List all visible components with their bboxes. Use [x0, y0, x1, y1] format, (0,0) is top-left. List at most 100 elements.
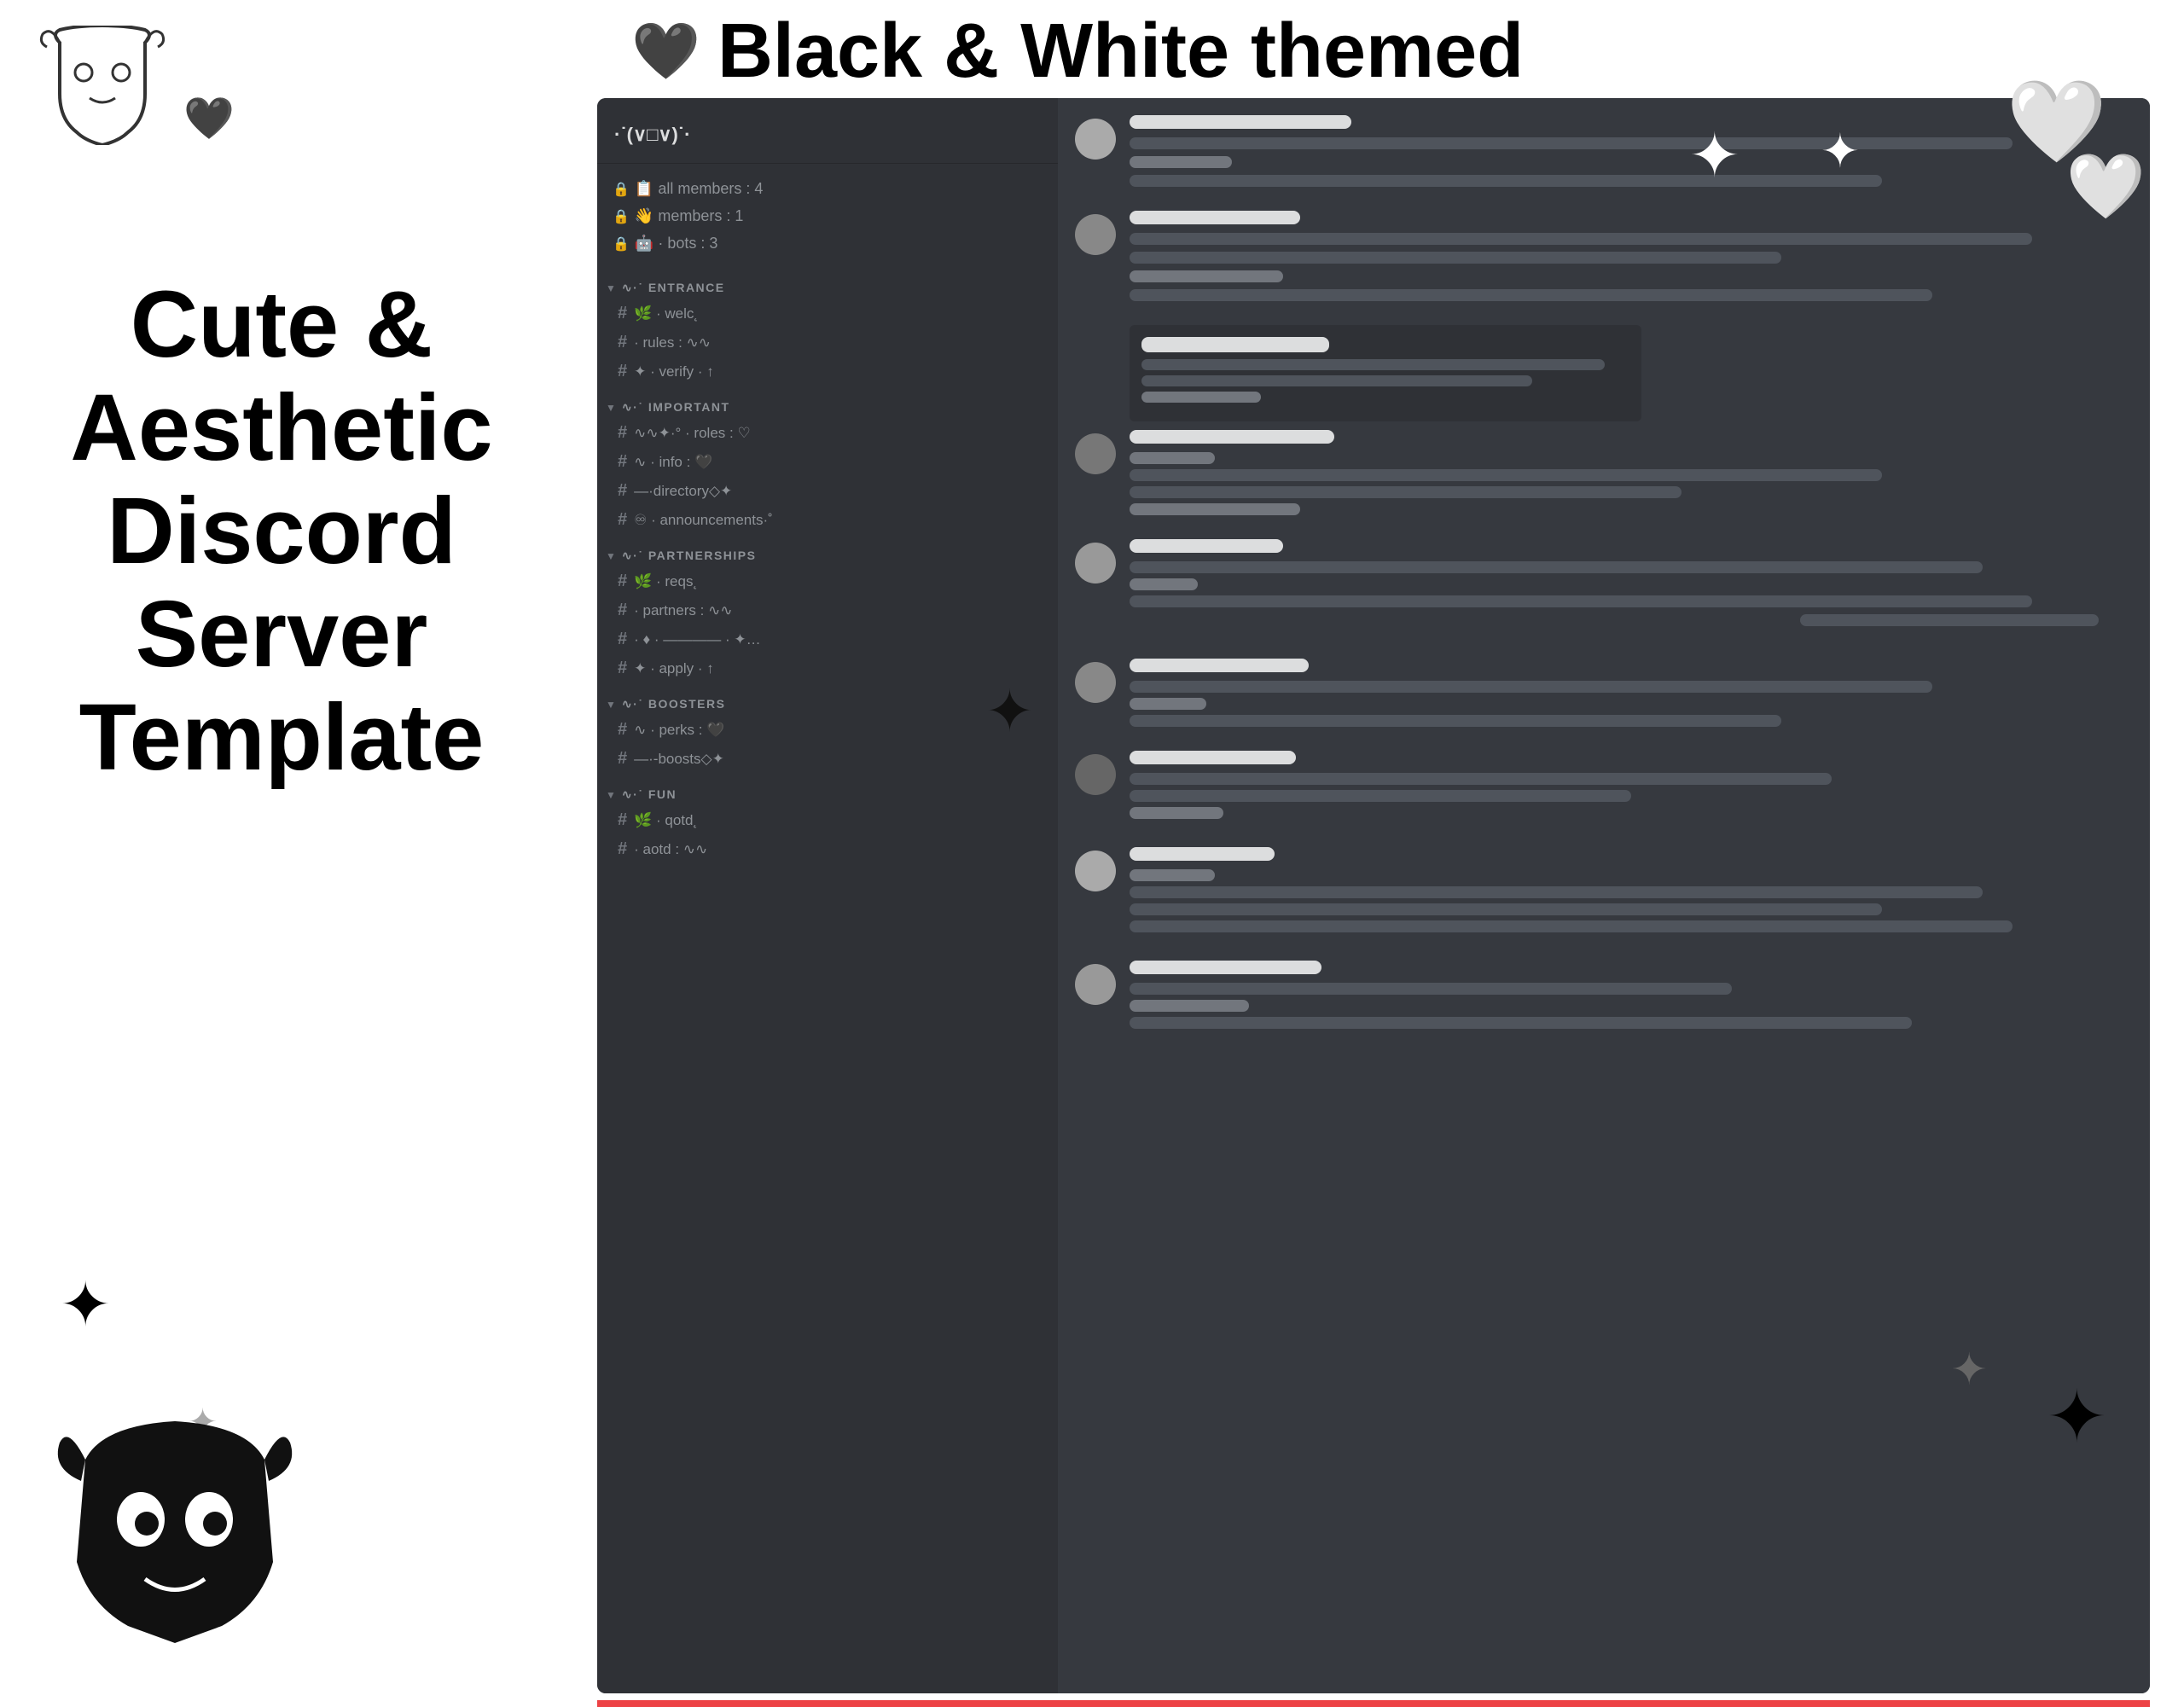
- message-content-5: [1130, 539, 2133, 633]
- main-panel: 🖤 Black & White themed ✦ 🤍 🤍 ✦ ✦ ✦ ·˙(∨□…: [563, 0, 2184, 1707]
- avatar-8: [1075, 964, 1116, 1005]
- hash-icon-welc: #: [618, 304, 627, 323]
- channel-reqs[interactable]: # 🌿 · reqs˛: [604, 567, 1051, 595]
- msg-line-26: [1130, 983, 1732, 995]
- channel-info[interactable]: # ∿ · info : 🖤: [604, 448, 1051, 476]
- channel-name-apply: ✦ · apply · ↑: [634, 660, 714, 677]
- sparkle-bottom-right-sm: ✦: [1950, 1344, 1988, 1396]
- header-heart-icon: 🖤: [631, 19, 700, 84]
- hash-icon-partners: #: [618, 601, 627, 620]
- channel-name-boosts: —·-boosts◇✦: [634, 751, 724, 768]
- channel-directory[interactable]: # —·directory◇✦: [604, 477, 1051, 505]
- channel-name-perks: ∿ · perks : 🖤: [634, 722, 724, 739]
- avatar-3: [1075, 433, 1116, 474]
- discord-main-content: ✦: [1058, 98, 2150, 1693]
- avatar-4: [1075, 543, 1116, 584]
- msg-line-5: [1130, 252, 1781, 264]
- embed-title: [1141, 337, 1329, 352]
- channel-name-aotd: · aotd : ∿∿: [634, 841, 707, 858]
- msg-line-22: [1130, 869, 1215, 881]
- msg-line-24: [1130, 903, 1882, 915]
- category-arrow-partnerships: ▼: [606, 550, 617, 562]
- channel-rules[interactable]: # · rules : ∿∿: [604, 328, 1051, 357]
- bots-channel: 🤖 · bots : 3: [635, 235, 717, 253]
- lock-icon-1: 🔒: [613, 181, 630, 198]
- channel-name-info: ∿ · info : 🖤: [634, 454, 712, 471]
- hash-icon-rules: #: [618, 333, 627, 352]
- message-content-4: [1130, 430, 2133, 522]
- msg-username-bar-8: [1130, 847, 1275, 861]
- voice-member-row-3[interactable]: 🔒 🤖 · bots : 3: [606, 231, 1049, 256]
- channel-boosts[interactable]: # —·-boosts◇✦: [604, 745, 1051, 773]
- message-group-7: [1075, 751, 2133, 826]
- category-label-boosters: ∿·˙ BOOSTERS: [622, 697, 726, 711]
- message-content-1: [1130, 115, 2133, 194]
- msg-line-18: [1130, 715, 1781, 727]
- channel-verify[interactable]: # ✦ · verify · ↑: [604, 357, 1051, 386]
- category-important[interactable]: ▼ ∿·˙ IMPORTANT: [597, 386, 1058, 418]
- category-partnerships[interactable]: ▼ ∿·˙ PARTNERSHIPS: [597, 535, 1058, 566]
- msg-line-17: [1130, 698, 1206, 710]
- voice-member-row-1[interactable]: 🔒 📋 all members : 4: [606, 177, 1049, 201]
- msg-line-16: [1130, 681, 1932, 693]
- msg-line-9: [1130, 469, 1882, 481]
- hash-icon-aotd: #: [618, 839, 627, 859]
- hash-icon-divider: #: [618, 630, 627, 649]
- heart-decoration-2: 🤍: [2066, 149, 2146, 224]
- channel-roles[interactable]: # ∿∿✦·° · roles : ♡: [604, 419, 1051, 447]
- hash-icon-info: #: [618, 452, 627, 472]
- message-content-8: [1130, 847, 2133, 939]
- hash-icon-roles: #: [618, 423, 627, 443]
- channel-name-roles: ∿∿✦·° · roles : ♡: [634, 425, 751, 442]
- msg-username-bar-5: [1130, 539, 1283, 553]
- category-entrance[interactable]: ▼ ∿·˙ ENTRANCE: [597, 267, 1058, 299]
- chat-sparkle-1: ✦: [1821, 124, 1860, 178]
- avatar-5: [1075, 662, 1116, 703]
- channel-perks[interactable]: # ∿ · perks : 🖤: [604, 716, 1051, 744]
- channel-name-welc: 🌿 · welc˛: [634, 305, 699, 322]
- page-header: 🖤 Black & White themed: [563, 0, 2184, 102]
- sparkle-bottom-right-lg: ✦: [2047, 1375, 2107, 1460]
- category-label-important: ∿·˙ IMPORTANT: [622, 400, 730, 415]
- msg-username-bar-6: [1130, 659, 1309, 672]
- main-title: Cute & Aesthetic Discord Server Template: [34, 273, 529, 789]
- msg-line-11: [1130, 503, 1300, 515]
- lock-icon-3: 🔒: [613, 235, 630, 253]
- hash-icon-perks: #: [618, 720, 627, 740]
- channel-announcements[interactable]: # ♾ · announcements·˚: [604, 506, 1051, 534]
- msg-username-bar-2: [1130, 211, 1300, 224]
- discord-ghost-logo: [34, 26, 171, 145]
- channel-qotd[interactable]: # 🌿 · qotd˛: [604, 806, 1051, 834]
- message-group-8: [1075, 847, 2133, 939]
- discord-ui-mockup: ·˙(∨□∨)˙· 🔒 📋 all members : 4 🔒 👋 member…: [597, 98, 2150, 1693]
- channel-welc[interactable]: # 🌿 · welc˛: [604, 299, 1051, 328]
- category-fun[interactable]: ▼ ∿·˙ FUN: [597, 774, 1058, 805]
- all-members-channel: 📋 all members : 4: [635, 180, 763, 198]
- channel-name-rules: · rules : ∿∿: [634, 334, 711, 351]
- message-content-7: [1130, 751, 2133, 826]
- avatar-6: [1075, 754, 1116, 795]
- avatar-2: [1075, 214, 1116, 255]
- msg-username-bar-4: [1130, 430, 1334, 444]
- channel-aotd[interactable]: # · aotd : ∿∿: [604, 835, 1051, 863]
- category-label-entrance: ∿·˙ ENTRANCE: [622, 281, 725, 295]
- msg-line-15: [1800, 614, 2099, 626]
- channel-name-qotd: 🌿 · qotd˛: [634, 812, 698, 829]
- embed-box: [1130, 325, 1641, 421]
- channel-divider[interactable]: # · ♦ · ———— · ✦…: [604, 625, 1051, 653]
- msg-line-14: [1130, 595, 2032, 607]
- hash-icon-directory: #: [618, 481, 627, 501]
- voice-member-row-2[interactable]: 🔒 👋 members : 1: [606, 204, 1049, 229]
- category-arrow-fun: ▼: [606, 789, 617, 801]
- voice-channels-section: 🔒 📋 all members : 4 🔒 👋 members : 1 🔒 🤖 …: [597, 172, 1058, 263]
- channel-partners[interactable]: # · partners : ∿∿: [604, 596, 1051, 624]
- avatar-7: [1075, 851, 1116, 891]
- msg-line-2: [1130, 156, 1232, 168]
- msg-line-10: [1130, 486, 1682, 498]
- category-arrow-entrance: ▼: [606, 282, 617, 294]
- sparkle-top-right: ✦: [1689, 119, 1740, 191]
- message-group-2: [1075, 211, 2133, 308]
- hash-icon-announcements: #: [618, 510, 627, 530]
- sparkle-decoration-left: ✦: [60, 1269, 111, 1340]
- channel-apply[interactable]: # ✦ · apply · ↑: [604, 654, 1051, 682]
